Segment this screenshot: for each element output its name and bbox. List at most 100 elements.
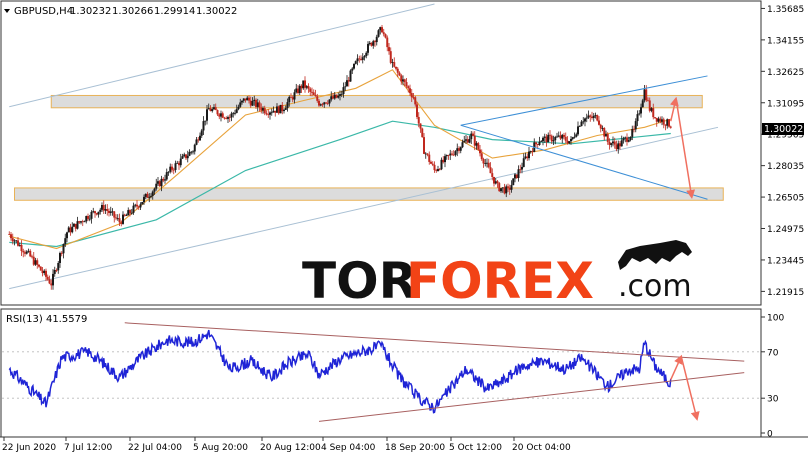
candle-body-87 xyxy=(160,178,163,187)
candle-body-88 xyxy=(162,178,165,181)
candle-body-333 xyxy=(591,116,593,118)
candle-body-257 xyxy=(458,148,460,151)
candle-body-278 xyxy=(494,181,497,184)
candle-body-12 xyxy=(29,250,32,257)
candle-body-147 xyxy=(265,113,268,115)
candle-body-365 xyxy=(647,100,649,102)
candle-body-149 xyxy=(269,112,271,115)
candle-body-17 xyxy=(38,264,40,267)
candle-body-183 xyxy=(328,99,331,104)
candle-body-217 xyxy=(388,47,390,52)
candle-body-74 xyxy=(137,206,140,208)
candle-body-325 xyxy=(577,126,579,135)
candle-body-311 xyxy=(552,140,555,142)
candle-body-360 xyxy=(638,113,641,115)
candle-body-319 xyxy=(566,140,569,144)
candle-body-65 xyxy=(122,214,124,224)
candle-body-61 xyxy=(115,217,117,219)
candle-body-5 xyxy=(17,240,19,246)
candle-body-276 xyxy=(491,173,494,177)
candle-body-90 xyxy=(165,172,168,180)
candle-body-358 xyxy=(634,121,637,130)
candle-body-37 xyxy=(73,223,75,227)
candle-body-373 xyxy=(661,119,663,122)
candle-body-115 xyxy=(209,108,212,112)
candle-body-374 xyxy=(662,119,665,125)
symbol-timeframe: GBPUSD,H4 xyxy=(14,6,73,17)
candle-body-200 xyxy=(358,58,361,60)
candle-body-231 xyxy=(412,97,415,99)
candle-body-366 xyxy=(648,100,651,111)
candle-body-213 xyxy=(381,27,383,33)
candle-body-290 xyxy=(515,174,518,178)
candle-body-304 xyxy=(540,141,543,142)
candle-body-148 xyxy=(267,114,270,116)
time-tick-label-0: 22 Jun 2020 xyxy=(2,443,56,453)
candle-body-206 xyxy=(368,42,371,45)
candle-body-266 xyxy=(473,135,476,146)
candle-body-21 xyxy=(45,270,47,277)
candle-body-356 xyxy=(631,129,634,137)
candle-body-27 xyxy=(55,270,58,271)
candle-body-71 xyxy=(132,205,135,213)
candle-body-331 xyxy=(587,115,590,118)
candle-body-303 xyxy=(538,141,541,145)
candle-body-229 xyxy=(409,88,411,94)
candle-body-164 xyxy=(295,88,298,93)
candle-body-326 xyxy=(578,126,581,127)
candle-body-314 xyxy=(557,135,560,137)
candle-body-25 xyxy=(52,273,54,286)
candle-body-296 xyxy=(526,156,529,159)
rsi-axis: 100 70 30 0 xyxy=(761,314,784,440)
candle-body-221 xyxy=(395,66,397,69)
candle-body-378 xyxy=(669,126,672,128)
candle-body-214 xyxy=(382,32,385,35)
candle-body-306 xyxy=(543,136,546,138)
time-tick-label-8: 20 Oct 04:00 xyxy=(512,443,571,453)
candle-body-2 xyxy=(11,238,14,242)
candle-body-323 xyxy=(573,136,576,138)
rsi-tick-label-1: 70 xyxy=(767,348,779,358)
candle-body-362 xyxy=(641,100,644,108)
candle-body-346 xyxy=(613,141,616,145)
candle-body-339 xyxy=(601,128,604,129)
candle-body-287 xyxy=(510,185,513,190)
candle-body-169 xyxy=(304,80,306,88)
candle-body-371 xyxy=(657,118,660,122)
candle-body-108 xyxy=(197,139,200,141)
candle-body-190 xyxy=(340,94,343,95)
candle-body-232 xyxy=(414,97,417,105)
candle-body-298 xyxy=(529,151,532,152)
candle-body-218 xyxy=(389,51,392,63)
candle-body-345 xyxy=(612,141,614,144)
candle-body-3 xyxy=(13,240,16,242)
candle-body-59 xyxy=(111,211,114,213)
candle-body-361 xyxy=(640,107,642,114)
candle-body-223 xyxy=(398,72,401,76)
candle-body-153 xyxy=(276,106,278,113)
candle-body-262 xyxy=(466,139,469,143)
time-tick-label-4: 20 Aug 12:00 xyxy=(260,443,321,453)
candle-body-318 xyxy=(564,136,567,141)
candle-body-101 xyxy=(185,154,187,159)
candle-body-41 xyxy=(80,221,82,223)
candle-body-121 xyxy=(220,113,222,117)
ohlc-close: 1.30022 xyxy=(196,6,237,17)
candle-body-216 xyxy=(386,37,389,48)
candle-body-270 xyxy=(480,153,483,160)
candle-body-255 xyxy=(454,151,457,155)
candle-body-212 xyxy=(379,27,382,31)
sr-zone-0 xyxy=(50,94,703,109)
candle-body-207 xyxy=(370,42,373,46)
candle-body-28 xyxy=(57,262,60,271)
candle-body-70 xyxy=(130,212,133,214)
candle-body-62 xyxy=(116,218,119,219)
candle-body-15 xyxy=(34,260,37,265)
candle-body-288 xyxy=(512,178,515,186)
candle-body-355 xyxy=(629,136,632,141)
candle-body-332 xyxy=(589,115,592,117)
candle-body-274 xyxy=(487,162,490,168)
candle-body-118 xyxy=(214,107,217,111)
candle-body-182 xyxy=(326,103,329,105)
candle-body-269 xyxy=(479,149,481,154)
